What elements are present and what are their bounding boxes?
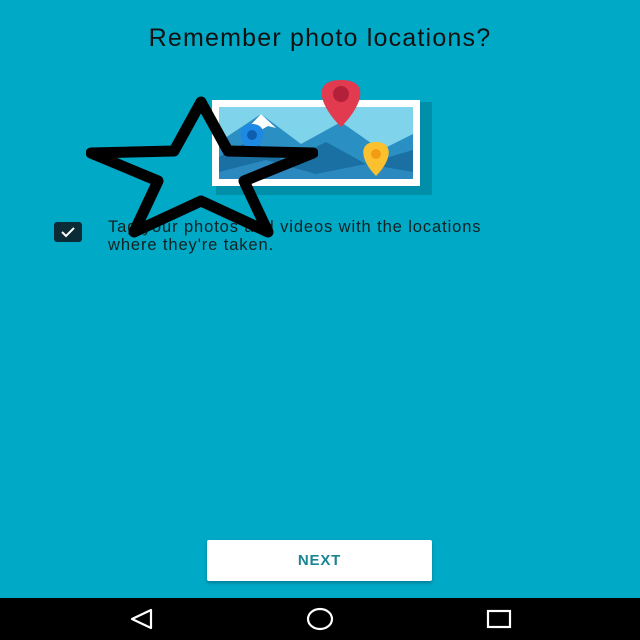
home-button[interactable] bbox=[305, 606, 335, 632]
recents-button[interactable] bbox=[484, 606, 514, 632]
page-title: Remember photo locations? bbox=[148, 24, 492, 52]
location-tag-checkbox[interactable] bbox=[54, 222, 82, 242]
back-button[interactable] bbox=[126, 606, 156, 632]
location-onboarding-screen: Remember photo locations? Tag your photo… bbox=[0, 0, 640, 640]
check-icon bbox=[61, 227, 75, 238]
circle-home-icon bbox=[306, 607, 334, 631]
system-nav-bar bbox=[0, 598, 640, 640]
photo-location-illustration bbox=[212, 80, 432, 195]
triangle-back-icon bbox=[130, 608, 153, 630]
next-button[interactable]: NEXT bbox=[207, 540, 432, 581]
square-recents-icon bbox=[486, 609, 512, 629]
location-tag-description: Tag your photos and videos with the loca… bbox=[108, 218, 482, 254]
